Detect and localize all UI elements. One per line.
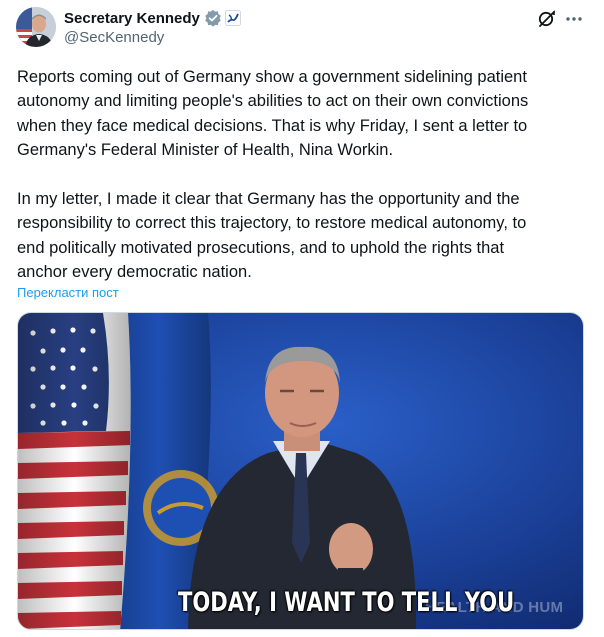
- video-frame: [18, 313, 583, 629]
- display-name[interactable]: Secretary Kennedy: [64, 10, 200, 27]
- more-options-icon[interactable]: [563, 9, 585, 29]
- avatar[interactable]: [16, 7, 56, 47]
- hhs-affiliation-badge-icon[interactable]: [224, 10, 241, 26]
- tweet-text: Reports coming out of Germany show a gov…: [17, 68, 529, 282]
- author-name-row: Secretary Kennedy: [64, 8, 241, 28]
- profile-photo: [16, 7, 56, 47]
- video-caption: TODAY, I WANT TO TELL YOU: [178, 587, 515, 618]
- tweet-card: Secretary Kennedy @SecKennedy Reports co…: [0, 0, 604, 637]
- verified-badge-icon: [204, 9, 222, 27]
- grok-icon[interactable]: [536, 8, 558, 30]
- author-handle[interactable]: @SecKennedy: [64, 29, 164, 46]
- video-media[interactable]: HEALTH AND HUM TODAY, I WANT TO TELL YOU: [17, 312, 584, 630]
- translate-post-link[interactable]: Перекласти пост: [17, 285, 119, 300]
- caption-area: TODAY, I WANT TO TELL YOU: [18, 587, 583, 627]
